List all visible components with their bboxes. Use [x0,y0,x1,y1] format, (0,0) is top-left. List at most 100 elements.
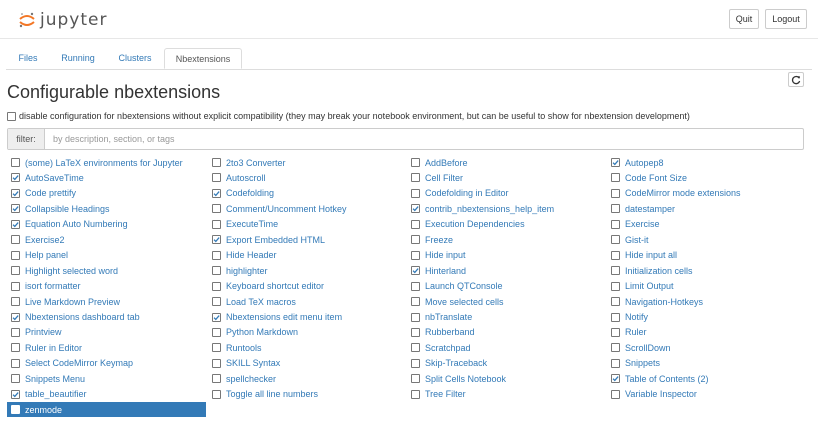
nbextension-checkbox[interactable] [212,358,221,368]
nbextension-checkbox[interactable] [11,374,20,384]
nbextension-item[interactable]: spellchecker [208,371,403,386]
nbextension-checkbox[interactable] [411,312,420,322]
nbextension-item[interactable]: contrib_nbextensions_help_item [407,201,602,216]
nbextension-checkbox[interactable] [611,235,620,245]
nbextension-checkbox[interactable] [212,327,221,337]
nbextension-item[interactable]: highlighter [208,263,403,278]
nbextension-item[interactable]: Navigation-Hotkeys [607,294,802,309]
nbextension-item[interactable]: Skip-Traceback [407,356,602,371]
nbextension-checkbox[interactable] [11,173,20,183]
nbextension-item[interactable]: CodeMirror mode extensions [607,186,802,201]
nbextension-item[interactable]: Python Markdown [208,325,403,340]
filter-input[interactable] [45,129,803,149]
nbextension-checkbox[interactable] [11,358,20,368]
nbextension-item[interactable]: Hide input all [607,248,802,263]
nbextension-item[interactable]: Execution Dependencies [407,217,602,232]
refresh-button[interactable] [788,72,804,87]
nbextension-checkbox[interactable] [212,343,221,353]
tab-nbextensions[interactable]: Nbextensions [164,48,242,69]
nbextension-checkbox[interactable] [411,389,420,399]
nbextension-checkbox[interactable] [212,281,221,291]
nbextension-item[interactable]: Limit Output [607,279,802,294]
nbextension-checkbox[interactable] [611,204,620,214]
nbextension-checkbox[interactable] [411,327,420,337]
disable-compat-checkbox[interactable] [7,111,16,121]
nbextension-checkbox[interactable] [411,374,420,384]
nbextension-checkbox[interactable] [611,312,620,322]
nbextension-item[interactable]: SKILL Syntax [208,356,403,371]
nbextension-checkbox[interactable] [11,389,20,399]
nbextension-item[interactable]: Equation Auto Numbering [7,217,202,232]
nbextension-item[interactable]: AutoSaveTime [7,170,202,185]
tab-running[interactable]: Running [50,48,106,69]
nbextension-checkbox[interactable] [11,405,20,415]
nbextension-checkbox[interactable] [11,281,20,291]
nbextension-item[interactable]: Move selected cells [407,294,602,309]
nbextension-item[interactable]: ScrollDown [607,340,802,355]
nbextension-item[interactable]: Cell Filter [407,170,602,185]
nbextension-item[interactable]: Notify [607,310,802,325]
nbextension-item[interactable]: Load TeX macros [208,294,403,309]
nbextension-checkbox[interactable] [411,358,420,368]
tab-clusters[interactable]: Clusters [106,48,164,69]
nbextension-item[interactable]: ExecuteTime [208,217,403,232]
nbextension-item[interactable]: Snippets Menu [7,371,202,386]
nbextension-checkbox[interactable] [11,204,20,214]
nbextension-checkbox[interactable] [212,188,221,198]
nbextension-checkbox[interactable] [212,158,221,167]
nbextension-item[interactable]: Collapsible Headings [7,201,202,216]
nbextension-checkbox[interactable] [611,389,620,399]
nbextension-checkbox[interactable] [411,297,420,307]
nbextension-item[interactable]: Exercise2 [7,232,202,247]
nbextension-item[interactable]: Keyboard shortcut editor [208,279,403,294]
nbextension-checkbox[interactable] [11,312,20,322]
nbextension-checkbox[interactable] [212,173,221,183]
nbextension-checkbox[interactable] [411,188,420,198]
nbextension-item[interactable]: Tree Filter [407,387,602,402]
nbextension-checkbox[interactable] [212,297,221,307]
nbextension-item[interactable]: Ruler in Editor [7,340,202,355]
nbextension-checkbox[interactable] [11,235,20,245]
nbextension-item[interactable]: Comment/Uncomment Hotkey [208,201,403,216]
nbextension-checkbox[interactable] [212,250,221,260]
nbextension-checkbox[interactable] [212,204,221,214]
nbextension-checkbox[interactable] [212,219,221,229]
nbextension-item[interactable]: datestamper [607,201,802,216]
nbextension-item[interactable]: Export Embedded HTML [208,232,403,247]
nbextension-item[interactable]: Codefolding [208,186,403,201]
nbextension-checkbox[interactable] [611,374,620,384]
nbextension-checkbox[interactable] [212,389,221,399]
nbextension-checkbox[interactable] [11,266,20,276]
nbextension-item[interactable]: Hide input [407,248,602,263]
logout-button[interactable]: Logout [765,9,807,29]
nbextension-item[interactable]: Gist-it [607,232,802,247]
nbextension-item[interactable]: Table of Contents (2) [607,371,802,386]
nbextension-checkbox[interactable] [411,219,420,229]
nbextension-checkbox[interactable] [611,219,620,229]
nbextension-item[interactable]: Initialization cells [607,263,802,278]
nbextension-checkbox[interactable] [411,204,420,214]
nbextension-checkbox[interactable] [411,158,420,167]
nbextension-item[interactable]: Hinterland [407,263,602,278]
nbextension-item[interactable]: Freeze [407,232,602,247]
nbextension-item[interactable]: Nbextensions dashboard tab [7,310,202,325]
nbextension-checkbox[interactable] [611,158,620,167]
nbextension-item[interactable]: Nbextensions edit menu item [208,310,403,325]
nbextension-checkbox[interactable] [611,327,620,337]
nbextension-item[interactable]: Rubberband [407,325,602,340]
nbextension-item[interactable]: Autoscroll [208,170,403,185]
nbextension-checkbox[interactable] [611,281,620,291]
nbextension-item[interactable]: (some) LaTeX environments for Jupyter [7,155,202,170]
nbextension-item[interactable]: Variable Inspector [607,387,802,402]
nbextension-item[interactable]: nbTranslate [407,310,602,325]
nbextension-checkbox[interactable] [212,235,221,245]
nbextension-checkbox[interactable] [611,188,620,198]
nbextension-item[interactable]: Launch QTConsole [407,279,602,294]
nbextension-checkbox[interactable] [611,358,620,368]
nbextension-item[interactable]: AddBefore [407,155,602,170]
nbextension-checkbox[interactable] [411,281,420,291]
quit-button[interactable]: Quit [729,9,759,29]
nbextension-item[interactable]: Snippets [607,356,802,371]
nbextension-item[interactable]: Help panel [7,248,202,263]
nbextension-checkbox[interactable] [11,343,20,353]
